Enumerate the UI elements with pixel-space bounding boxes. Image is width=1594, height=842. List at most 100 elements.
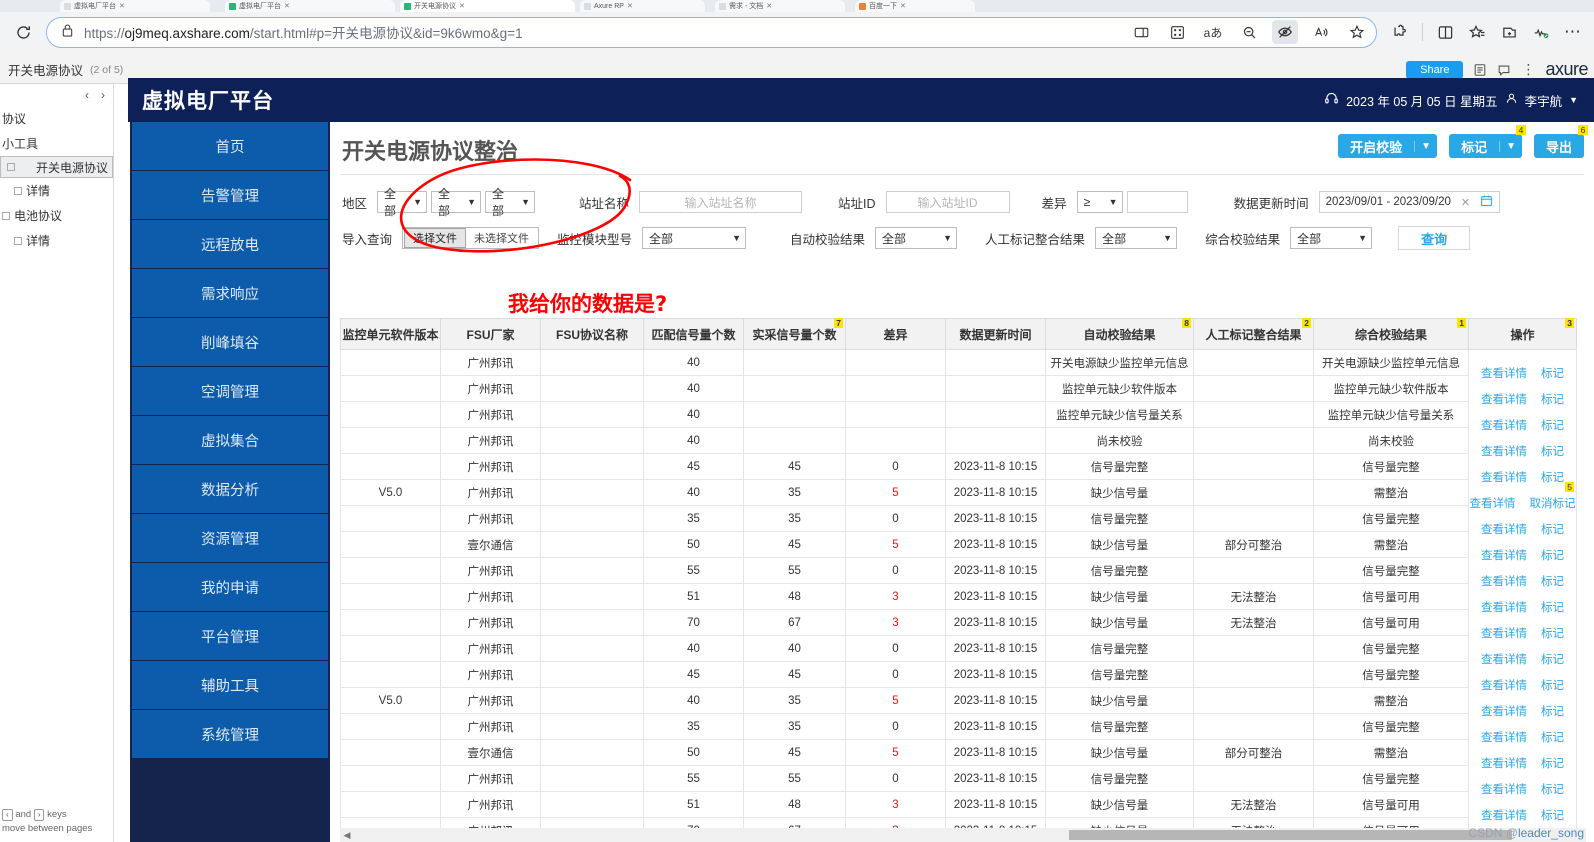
action-button-0[interactable]: 开启校验 ▼ — [1338, 134, 1438, 158]
table-row[interactable]: 广州邦讯 55 55 0 2023-11-8 10:15 信号量完整 信号量完整 查看详情 标记 — [340, 557, 1577, 591]
nav-item-9[interactable]: 我的申请 — [132, 563, 328, 611]
tree-toggle-icon[interactable] — [7, 163, 15, 171]
region-select-1[interactable]: 全部 ▼ — [377, 187, 428, 218]
column-header-7[interactable]: 自动校验结果 8 — [1045, 318, 1194, 350]
read-aloud-icon[interactable] — [1308, 20, 1334, 44]
nav-item-10[interactable]: 平台管理 — [132, 612, 328, 660]
table-row[interactable]: 广州邦讯 40 监控单元缺少信号量关系 监控单元缺少信号量关系 查看详情 标记 — [340, 401, 1577, 435]
column-header-1[interactable]: FSU厂家 — [440, 318, 541, 350]
site-id-input[interactable]: 输入站址ID — [885, 191, 1010, 213]
sitemap-item-5[interactable]: 详情 — [0, 228, 113, 253]
table-row[interactable]: 广州邦讯 35 35 0 2023-11-8 10:15 信号量完整 信号量完整 查看详情 标记 — [340, 505, 1577, 539]
manual-result-select[interactable]: 全部 ▼ — [1095, 227, 1178, 249]
nav-item-1[interactable]: 告警管理 — [132, 171, 328, 219]
column-header-10[interactable]: 操作 3 — [1468, 318, 1577, 350]
diff-value-input[interactable] — [1126, 191, 1188, 213]
sitemap-item-1[interactable]: 小工具 — [0, 131, 113, 156]
close-icon[interactable]: ✕ — [627, 2, 633, 10]
action-button-1[interactable]: 标记 ▼ — [1449, 134, 1522, 158]
browser-tab[interactable]: 需求 - 文档 ✕ — [715, 0, 845, 12]
table-row[interactable]: 广州邦讯 45 45 0 2023-11-8 10:15 信号量完整 信号量完整 查看详情 标记 — [340, 661, 1577, 695]
column-header-5[interactable]: 差异 — [845, 318, 946, 350]
user-name[interactable]: 李宇航 — [1525, 91, 1563, 110]
nav-item-3[interactable]: 需求响应 — [132, 269, 328, 317]
table-row[interactable]: 广州邦讯 35 35 0 2023-11-8 10:15 信号量完整 信号量完整 查看详情 标记 — [340, 713, 1577, 747]
sitemap-item-4[interactable]: 电池协议 — [0, 203, 113, 228]
chevron-down-icon[interactable]: ▼ — [1569, 95, 1578, 105]
table-row[interactable]: 广州邦讯 55 55 0 2023-11-8 10:15 信号量完整 信号量完整 查看详情 标记 — [340, 765, 1577, 799]
address-bar[interactable]: https://oj9meq.axshare.com/start.html#p=… — [46, 16, 1377, 48]
nav-item-12[interactable]: 系统管理 — [132, 710, 328, 758]
table-row[interactable]: V5.0 广州邦讯 40 35 5 2023-11-8 10:15 缺少信号量 需整治 查看详情… — [340, 479, 1577, 513]
column-header-3[interactable]: 匹配信号量个数 — [643, 318, 744, 350]
zoom-out-icon[interactable] — [1236, 20, 1262, 44]
scroll-left-arrow-icon[interactable]: ◀ — [340, 830, 354, 841]
favorite-star-icon[interactable] — [1344, 20, 1370, 44]
tree-toggle-icon[interactable] — [2, 211, 10, 220]
comments-icon[interactable] — [1497, 63, 1511, 77]
column-header-9[interactable]: 综合校验结果 1 — [1313, 318, 1469, 350]
calendar-icon[interactable] — [1480, 194, 1493, 210]
table-row[interactable]: 广州邦讯706732023-11-8 10:15缺少信号量无法整治信号量可用查看… — [340, 609, 1577, 643]
clear-icon[interactable]: ✕ — [1461, 196, 1470, 209]
table-row[interactable]: 壹尔通信 50 45 5 2023-11-8 10:15 缺少信号量 部分可整治 需整治 查看详… — [340, 739, 1577, 773]
sitemap-item-3[interactable]: 详情 — [0, 178, 113, 203]
hide-icon[interactable] — [1272, 20, 1298, 44]
browser-tab[interactable]: 开关电源协议 ✕ — [400, 0, 575, 12]
column-header-6[interactable]: 数据更新时间 — [945, 318, 1046, 350]
chevron-down-icon[interactable]: ▼ — [1499, 140, 1522, 152]
reload-icon[interactable] — [6, 17, 40, 47]
action-button-2[interactable]: 导出 — [1533, 134, 1584, 158]
nav-item-0[interactable]: 首页 — [132, 122, 328, 170]
tree-toggle-icon[interactable] — [14, 186, 22, 195]
table-row[interactable]: 壹尔通信 50 45 5 2023-11-8 10:15 缺少信号量 部分可整治 需整治 查看详… — [340, 531, 1577, 565]
translate-icon[interactable]: aあ — [1200, 20, 1226, 44]
file-picker[interactable]: 选择文件 未选择文件 — [402, 227, 540, 249]
browser-essentials-icon[interactable] — [1526, 18, 1556, 46]
extensions-icon[interactable] — [1385, 18, 1415, 46]
close-icon[interactable]: ✕ — [766, 2, 772, 10]
column-header-4[interactable]: 实采信号量个数 7 — [743, 318, 846, 350]
region-select-2[interactable]: 全部 ▼ — [431, 187, 482, 218]
nav-item-6[interactable]: 虚拟集合 — [132, 416, 328, 464]
close-icon[interactable]: ✕ — [284, 2, 290, 10]
tree-toggle-icon[interactable] — [14, 236, 22, 245]
browser-tab[interactable]: 虚拟电厂平台 ✕ — [225, 0, 395, 12]
split-pane-icon[interactable] — [1430, 18, 1460, 46]
table-row[interactable]: 广州邦讯 51 48 3 2023-11-8 10:15 缺少信号量 无法整治 信号量可用 查看… — [340, 583, 1577, 617]
region-select-3[interactable]: 全部 ▼ — [485, 187, 536, 218]
apps-icon[interactable] — [1164, 20, 1190, 44]
close-icon[interactable]: ✕ — [459, 2, 465, 10]
auto-result-select[interactable]: 全部 ▼ — [875, 227, 958, 249]
sitemap-item-0[interactable]: 协议 — [0, 106, 113, 131]
favorites-icon[interactable] — [1462, 18, 1492, 46]
collections-icon[interactable] — [1494, 18, 1524, 46]
close-icon[interactable]: ✕ — [900, 2, 906, 10]
table-row[interactable]: 广州邦讯 40 尚未校验 尚未校验 查看详情 标记 — [340, 427, 1577, 461]
module-model-select[interactable]: 全部 ▼ — [642, 227, 747, 249]
notes-icon[interactable] — [1473, 63, 1487, 77]
table-row[interactable]: 广州邦讯 40 监控单元缺少软件版本 监控单元缺少软件版本 查看详情 标记 — [340, 375, 1577, 409]
more-icon[interactable]: ⋮ — [1521, 61, 1535, 78]
share-button[interactable]: Share — [1406, 60, 1464, 79]
query-button[interactable]: 查询 — [1398, 226, 1471, 250]
table-row[interactable]: 广州邦讯 40 40 0 2023-11-8 10:15 信号量完整 信号量完整 查看详情 标记 — [340, 635, 1577, 669]
horizontal-scrollbar[interactable]: ◀ — [340, 828, 1586, 842]
table-row[interactable]: 广州邦讯 45 45 0 2023-11-8 10:15 信号量完整 信号量完整 查看详情 标记 — [340, 453, 1577, 487]
overall-result-select[interactable]: 全部 ▼ — [1290, 227, 1373, 249]
nav-item-7[interactable]: 数据分析 — [132, 465, 328, 513]
browser-tab[interactable]: Axure RP ✕ — [580, 0, 705, 12]
table-row[interactable]: V5.0 广州邦讯 40 35 5 2023-11-8 10:15 缺少信号量 需整治 查看详情… — [340, 687, 1577, 721]
headset-icon[interactable] — [1324, 91, 1339, 109]
site-name-input[interactable]: 输入站址名称 — [639, 191, 803, 213]
more-options-icon[interactable]: ⋯ — [1558, 18, 1588, 46]
split-screen-icon[interactable] — [1128, 20, 1154, 44]
close-icon[interactable]: ✕ — [119, 2, 125, 10]
browser-tab[interactable]: 百度一下 ✕ — [855, 0, 975, 12]
diff-operator-select[interactable]: ≥ ▼ — [1076, 191, 1123, 213]
nav-item-2[interactable]: 远程放电 — [132, 220, 328, 268]
chevron-left-icon[interactable]: ‹ — [85, 88, 89, 102]
nav-item-4[interactable]: 削峰填谷 — [132, 318, 328, 366]
table-row[interactable]: 广州邦讯706732023-11-8 10:15缺少信号量无法整治信号量可用查看… — [340, 817, 1577, 828]
scrollbar-track[interactable] — [354, 830, 1586, 840]
